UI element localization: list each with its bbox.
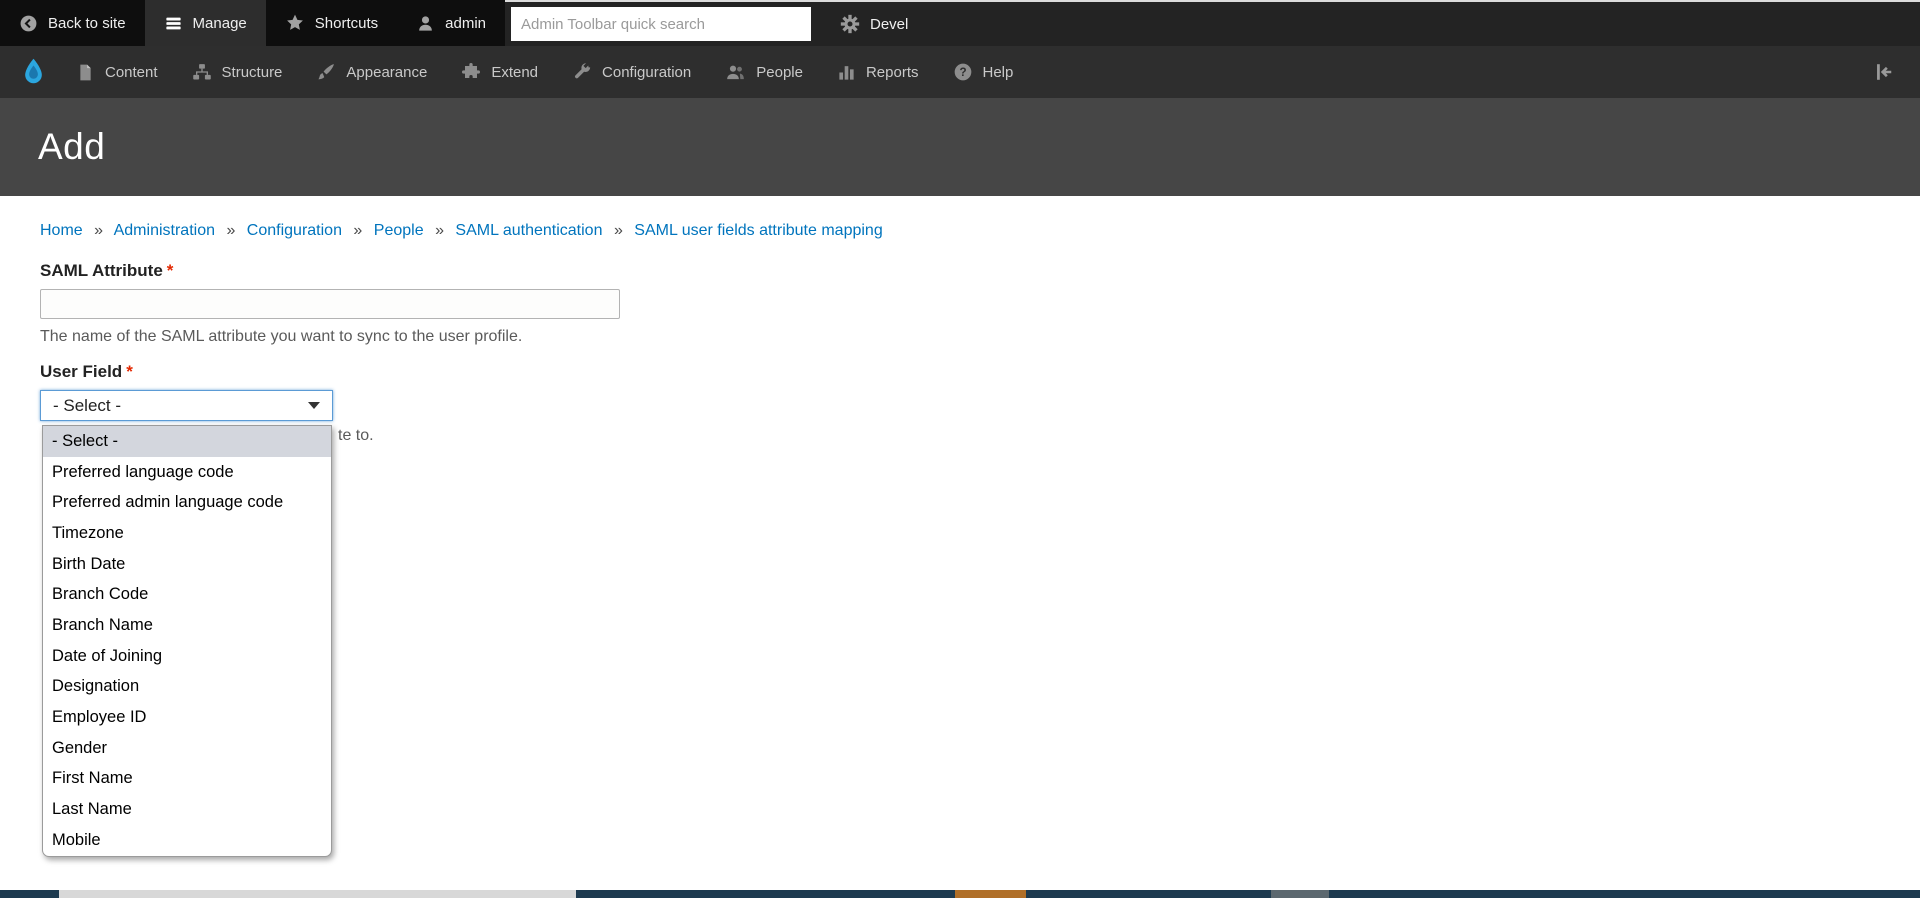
breadcrumb-link[interactable]: People [374, 222, 424, 239]
user-field-option[interactable]: Designation [43, 672, 331, 703]
user-field-option[interactable]: Birth Date [43, 549, 331, 580]
back-to-site-button[interactable]: Back to site [0, 0, 145, 46]
menu-item-reports-label: Reports [865, 63, 919, 81]
wrench-icon [572, 62, 592, 82]
menu-item-people[interactable]: People [708, 46, 820, 98]
user-field-option[interactable]: Last Name [43, 794, 331, 825]
menu-item-configuration-label: Configuration [602, 63, 692, 81]
breadcrumb: Home » Administration » Configuration » … [40, 222, 1880, 240]
admin-toolbar-search-input[interactable] [511, 7, 811, 41]
bottom-bar-segment [1271, 890, 1329, 898]
page-title: Add [38, 126, 106, 167]
user-field-option[interactable]: Branch Name [43, 610, 331, 641]
menu-item-reports[interactable]: Reports [820, 46, 936, 98]
user-field-selected-value: - Select - [53, 395, 122, 415]
saml-attribute-description: The name of the SAML attribute you want … [40, 328, 523, 345]
back-arrow-icon [19, 14, 38, 33]
user-field-option[interactable]: Branch Code [43, 579, 331, 610]
shortcuts-button[interactable]: Shortcuts [266, 0, 397, 46]
user-field-option[interactable]: Preferred admin language code [43, 487, 331, 518]
user-field-option[interactable]: First Name [43, 764, 331, 795]
breadcrumb-separator: » [94, 222, 104, 239]
admin-menu-tray: Content Structure Appearance Extend Conf… [0, 46, 1920, 98]
manage-button[interactable]: Manage [144, 0, 266, 46]
user-field-label: User Field * [40, 362, 133, 381]
chevron-down-icon [308, 402, 320, 409]
bottom-bar-segment [576, 890, 955, 898]
saml-attribute-input[interactable] [40, 289, 620, 319]
bottom-bar-segment [0, 890, 59, 898]
breadcrumb-link[interactable]: Administration [114, 222, 215, 239]
drupal-logo-icon [20, 57, 47, 87]
admin-toolbar-left: Back to site Manage Shortcuts admin [0, 0, 505, 46]
back-to-site-label: Back to site [48, 14, 126, 32]
user-field-option[interactable]: Date of Joining [43, 641, 331, 672]
user-field-select[interactable]: - Select - [40, 390, 333, 421]
menu-item-structure-label: Structure [221, 63, 283, 81]
star-icon [285, 13, 305, 33]
bottom-bar-segment [1026, 890, 1271, 898]
breadcrumb-separator: » [226, 222, 236, 239]
manage-label: Manage [192, 14, 247, 32]
menu-item-appearance[interactable]: Appearance [299, 46, 444, 98]
help-icon: ? [953, 62, 973, 82]
bottom-bar-segment [59, 890, 576, 898]
bottom-bar-segment [955, 890, 1026, 898]
user-field-dropdown: - Select - Preferred language code Prefe… [42, 425, 332, 857]
menu-item-content[interactable]: Content [59, 46, 175, 98]
breadcrumb-link[interactable]: Home [40, 222, 83, 239]
collapse-left-icon [1872, 61, 1894, 83]
saml-attribute-label: SAML Attribute * [40, 261, 174, 280]
menu-item-help[interactable]: ? Help [936, 46, 1031, 98]
user-field-option[interactable]: - Select - [43, 426, 331, 457]
user-field-select-wrap: - Select - - Select - Preferred language… [40, 390, 333, 857]
breadcrumb-link[interactable]: Configuration [247, 222, 342, 239]
menu-item-configuration[interactable]: Configuration [555, 46, 708, 98]
breadcrumb-separator: » [435, 222, 444, 239]
bar-chart-icon [837, 63, 856, 82]
admin-toolbar-right: Devel [505, 0, 1920, 46]
devel-label: Devel [870, 15, 909, 33]
required-asterisk: * [166, 261, 174, 280]
user-field-option[interactable]: Employee ID [43, 702, 331, 733]
menu-item-people-label: People [756, 63, 803, 81]
user-field-option[interactable]: Timezone [43, 518, 331, 549]
puzzle-icon [461, 62, 481, 82]
page-header: Add [0, 98, 1920, 196]
breadcrumb-link[interactable]: SAML authentication [455, 222, 602, 239]
menu-item-appearance-label: Appearance [346, 63, 428, 81]
admin-user-label: admin [445, 14, 486, 32]
devel-bottom-bar [0, 890, 1920, 898]
user-field-option[interactable]: Preferred language code [43, 457, 331, 488]
menu-item-content-label: Content [105, 63, 158, 81]
required-asterisk: * [126, 362, 133, 381]
breadcrumb-separator: » [353, 222, 363, 239]
menu-item-extend-label: Extend [491, 63, 539, 81]
user-icon [416, 14, 435, 33]
menu-item-structure[interactable]: Structure [175, 46, 300, 98]
admin-toolbar: Back to site Manage Shortcuts admin Admi… [0, 0, 1920, 46]
shortcuts-label: Shortcuts [314, 14, 379, 32]
breadcrumb-separator: » [613, 222, 623, 239]
menu-item-extend[interactable]: Extend [444, 46, 555, 98]
menu-item-help-label: Help [982, 63, 1014, 81]
admin-user-button[interactable]: admin [397, 0, 505, 46]
devel-button[interactable]: Devel [821, 14, 927, 34]
collapse-toolbar-button[interactable] [1856, 61, 1910, 83]
document-icon [76, 63, 95, 82]
user-field-option[interactable]: Mobile [43, 825, 331, 856]
paintbrush-icon [316, 62, 336, 82]
people-icon [725, 62, 746, 82]
user-field-option[interactable]: Gender [43, 733, 331, 764]
main-content: Home » Administration » Configuration » … [0, 196, 1920, 857]
sitemap-icon [192, 62, 212, 82]
gear-icon [840, 14, 860, 34]
bottom-bar-segment [1329, 890, 1920, 898]
breadcrumb-link[interactable]: SAML user fields attribute mapping [634, 222, 882, 239]
svg-text:?: ? [959, 66, 966, 79]
hamburger-menu-icon [164, 14, 183, 33]
